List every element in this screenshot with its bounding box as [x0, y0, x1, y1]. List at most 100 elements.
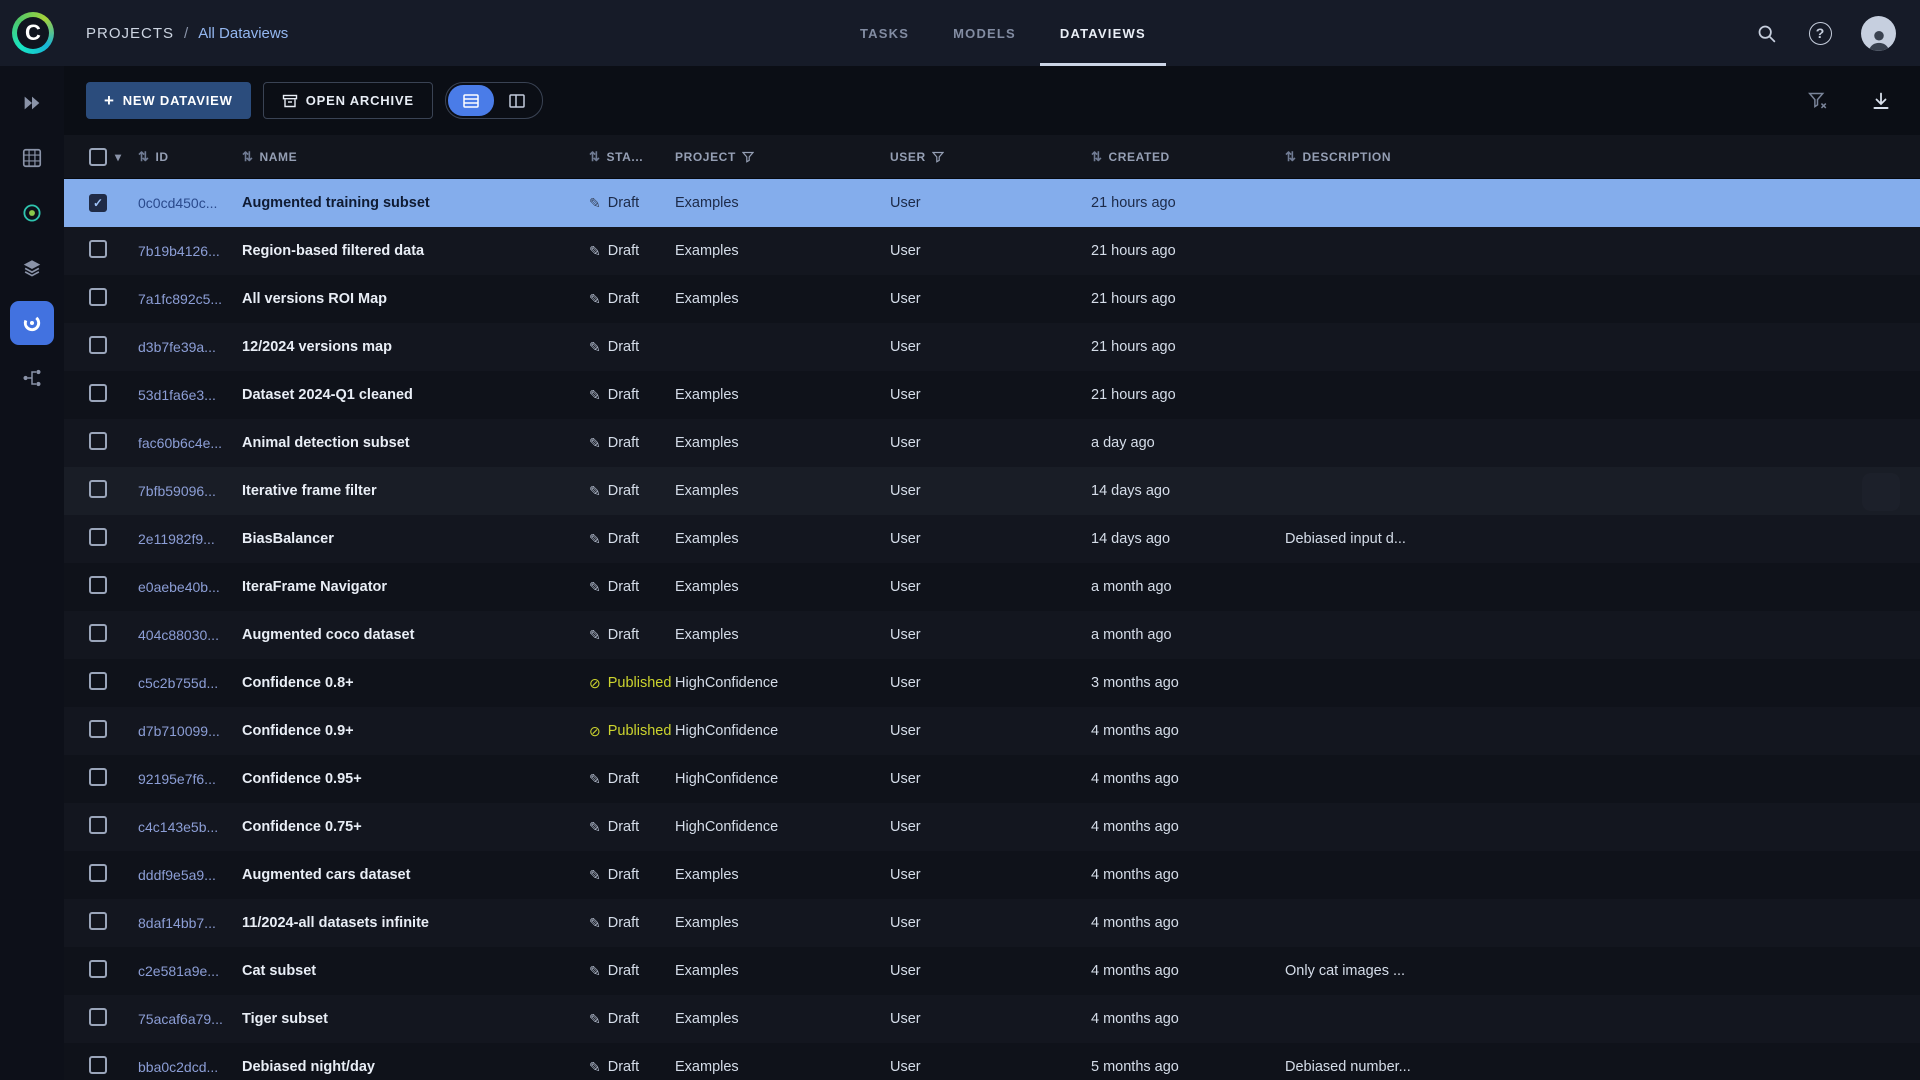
table-row[interactable]: 92195e7f6... Confidence 0.95+ ✎ Draft Hi… [64, 755, 1920, 803]
row-status-label: Draft [607, 819, 640, 835]
selection-dropdown-caret[interactable]: ▾ [115, 150, 122, 164]
breadcrumb-projects[interactable]: PROJECTS [86, 25, 174, 42]
row-checkbox[interactable] [89, 240, 107, 258]
table-row[interactable]: 7bfb59096... Iterative frame filter ✎ Dr… [64, 467, 1920, 515]
sort-icon: ⇅ [1091, 148, 1103, 164]
row-status-label: Published [607, 723, 672, 739]
table-row[interactable]: 404c88030... Augmented coco dataset ✎ Dr… [64, 611, 1920, 659]
tab-tasks[interactable]: TASKS [840, 0, 929, 66]
row-created: 21 hours ago [1091, 339, 1176, 355]
select-all-checkbox[interactable] [89, 147, 107, 166]
open-archive-button[interactable]: OPEN ARCHIVE [262, 82, 433, 119]
row-created: a day ago [1091, 435, 1155, 451]
sidebar-item-datasets[interactable] [10, 136, 54, 180]
column-header-created[interactable]: ⇅ CREATED [1091, 149, 1285, 165]
sidebar-item-projects[interactable] [10, 81, 54, 125]
row-checkbox[interactable] [89, 864, 107, 882]
filter-icon[interactable] [931, 151, 944, 163]
table-row[interactable]: c2e581a9e... Cat subset ✎ Draft Examples… [64, 947, 1920, 995]
breadcrumb: PROJECTS / All Dataviews [86, 25, 288, 42]
draft-pencil-icon: ✎ [589, 290, 601, 307]
row-created: 4 months ago [1091, 819, 1179, 835]
sidebar-item-pipelines[interactable] [10, 356, 54, 400]
table-row[interactable]: bba0c2dcd... Debiased night/day ✎ Draft … [64, 1043, 1920, 1080]
row-project: Examples [675, 435, 739, 451]
row-checkbox[interactable] [89, 288, 107, 306]
row-name: 12/2024 versions map [242, 339, 392, 355]
help-icon[interactable]: ? [1807, 20, 1833, 46]
table-view-button[interactable] [447, 85, 494, 116]
row-checkbox[interactable] [89, 336, 107, 354]
row-checkbox[interactable] [89, 528, 107, 546]
draft-pencil-icon: ✎ [589, 482, 601, 499]
row-project: Examples [675, 195, 739, 211]
table-row[interactable]: e0aebe40b... IteraFrame Navigator ✎ Draf… [64, 563, 1920, 611]
table-row[interactable]: c4c143e5b... Confidence 0.75+ ✎ Draft Hi… [64, 803, 1920, 851]
row-checkbox[interactable] [89, 576, 107, 594]
row-checkbox[interactable] [89, 960, 107, 978]
column-header-project[interactable]: PROJECT [675, 150, 890, 164]
row-project: Examples [675, 531, 739, 547]
split-view-button[interactable] [494, 85, 540, 116]
row-checkbox[interactable] [89, 768, 107, 786]
row-checkbox[interactable] [89, 816, 107, 834]
sidebar-item-annotator[interactable] [10, 191, 54, 235]
row-id: c2e581a9e... [138, 963, 219, 979]
table-row[interactable]: 2e11982f9... BiasBalancer ✎ Draft Exampl… [64, 515, 1920, 563]
table-row[interactable]: d3b7fe39a... 12/2024 versions map ✎ Draf… [64, 323, 1920, 371]
table-row[interactable]: 75acaf6a79... Tiger subset ✎ Draft Examp… [64, 995, 1920, 1043]
table-row[interactable]: 7b19b4126... Region-based filtered data … [64, 227, 1920, 275]
table-row[interactable]: fac60b6c4e... Animal detection subset ✎ … [64, 419, 1920, 467]
row-checkbox[interactable] [89, 672, 107, 690]
column-header-name[interactable]: ⇅ NAME [242, 149, 589, 165]
table-row[interactable]: 7a1fc892c5... All versions ROI Map ✎ Dra… [64, 275, 1920, 323]
table-row[interactable]: c5c2b755d... Confidence 0.8+ ⊘ Published… [64, 659, 1920, 707]
table-row[interactable]: 53d1fa6e3... Dataset 2024-Q1 cleaned ✎ D… [64, 371, 1920, 419]
row-project: Examples [675, 1011, 739, 1027]
dataviews-toolbar: + NEW DATAVIEW OPEN ARCHIVE [64, 66, 1920, 135]
row-checkbox[interactable] [89, 624, 107, 642]
row-checkbox[interactable] [89, 1056, 107, 1074]
tab-models[interactable]: MODELS [933, 0, 1036, 66]
clear-filters-icon[interactable] [1804, 88, 1830, 114]
clearml-logo[interactable]: C [12, 12, 54, 54]
table-row[interactable]: dddf9e5a9... Augmented cars dataset ✎ Dr… [64, 851, 1920, 899]
row-checkbox[interactable] [89, 480, 107, 498]
table-row[interactable]: 0c0cd450c... Augmented training subset ✎… [64, 179, 1920, 227]
row-status: ⊘ Published [589, 723, 675, 740]
row-id: fac60b6c4e... [138, 435, 223, 451]
row-checkbox[interactable] [89, 432, 107, 450]
row-checkbox[interactable] [89, 720, 107, 738]
column-header-description[interactable]: ⇅ DESCRIPTION [1285, 149, 1920, 165]
row-status: ✎ Draft [589, 339, 675, 356]
table-header: ▾ ⇅ ID ⇅ NAME ⇅ STA... PROJECT USER ⇅ CR… [64, 135, 1920, 179]
row-status-label: Draft [607, 195, 640, 211]
new-dataview-button[interactable]: + NEW DATAVIEW [86, 82, 251, 119]
row-checkbox[interactable] [89, 384, 107, 402]
sidebar-item-dataviews[interactable] [10, 301, 54, 345]
row-id: 404c88030... [138, 627, 219, 643]
row-user: User [890, 243, 921, 259]
row-description: Only cat images ... [1285, 963, 1406, 979]
download-icon[interactable] [1868, 88, 1894, 114]
draft-pencil-icon: ✎ [589, 386, 601, 403]
sidebar-item-experiments[interactable] [10, 246, 54, 290]
draft-pencil-icon: ✎ [589, 818, 601, 835]
tab-dataviews[interactable]: DATAVIEWS [1039, 0, 1166, 66]
column-header-status[interactable]: ⇅ STA... [589, 149, 675, 165]
search-icon[interactable] [1753, 20, 1779, 46]
row-user: User [890, 291, 921, 307]
column-header-user[interactable]: USER [890, 150, 1091, 164]
row-checkbox[interactable] [89, 912, 107, 930]
table-row[interactable]: 8daf14bb7... 11/2024-all datasets infini… [64, 899, 1920, 947]
datasets-icon [21, 147, 43, 169]
filter-icon[interactable] [741, 151, 754, 163]
row-project: Examples [675, 1059, 739, 1075]
row-project: HighConfidence [675, 771, 779, 787]
column-header-id[interactable]: ⇅ ID [138, 149, 242, 165]
table-scroll-hint[interactable] [1862, 473, 1900, 511]
row-checkbox[interactable] [89, 194, 107, 212]
table-row[interactable]: d7b710099... Confidence 0.9+ ⊘ Published… [64, 707, 1920, 755]
user-avatar[interactable] [1861, 15, 1896, 51]
row-checkbox[interactable] [89, 1008, 107, 1026]
